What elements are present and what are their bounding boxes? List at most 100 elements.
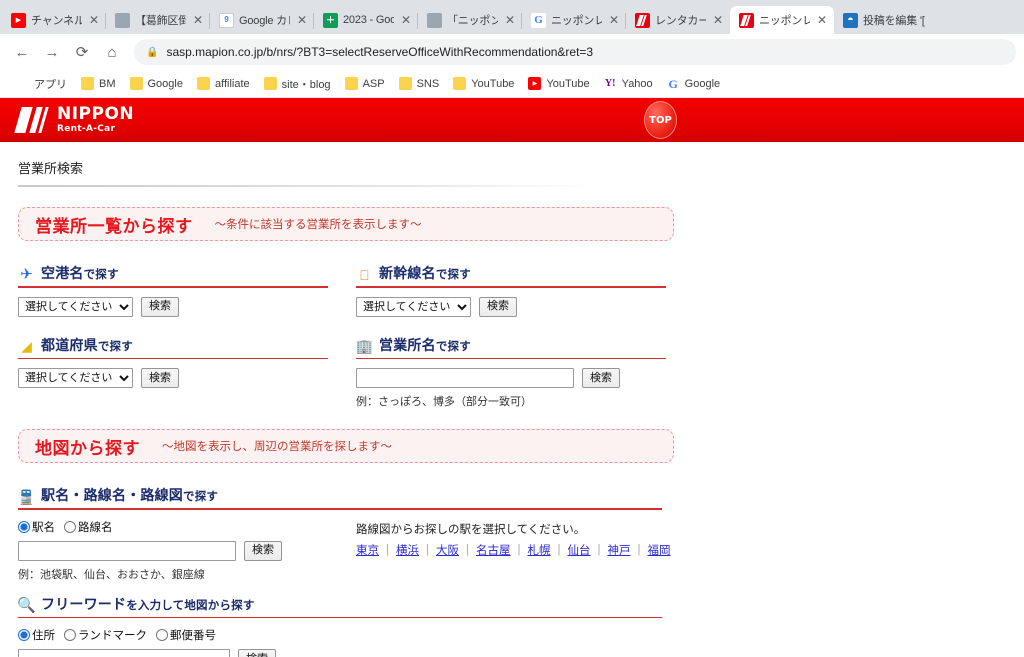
- bookmark-sns[interactable]: SNS: [392, 74, 447, 93]
- office-name-search-button[interactable]: 検索: [582, 368, 620, 388]
- route-map-link-sendai[interactable]: 仙台: [561, 542, 598, 558]
- radio-postal-code[interactable]: 郵便番号: [156, 627, 216, 643]
- bookmark-label: Google: [684, 77, 721, 90]
- route-map-link-nagoya[interactable]: 名古屋: [469, 542, 518, 558]
- tab-title: チャンネルのコ: [31, 15, 82, 27]
- radio-station-name[interactable]: 駅名: [18, 519, 55, 535]
- section-divider: [18, 286, 328, 288]
- office-list-band: 営業所一覧から探す 〜条件に該当する営業所を表示します〜: [18, 207, 674, 241]
- route-map-link-yokohama[interactable]: 横浜: [389, 542, 426, 558]
- bookmark-site-blog[interactable]: site・blog: [257, 73, 338, 95]
- station-search-button[interactable]: 検索: [244, 540, 282, 561]
- bookmark-label: SNS: [416, 77, 440, 90]
- airport-select[interactable]: 選択してください: [18, 296, 133, 317]
- forward-icon[interactable]: →: [38, 38, 66, 66]
- site-logo[interactable]: NIPPON Rent-A-Car: [14, 106, 134, 134]
- tab-title: レンタカーならニ: [655, 15, 706, 27]
- close-icon[interactable]: ✕: [815, 13, 829, 27]
- bookmark-asp[interactable]: ASP: [338, 74, 392, 93]
- address-bar[interactable]: 🔒 sasp.mapion.co.jp/b/nrs/?BT3=selectRes…: [134, 39, 1016, 65]
- close-icon[interactable]: ✕: [711, 13, 725, 27]
- section-divider: [356, 286, 666, 288]
- radio-address-input[interactable]: [18, 629, 30, 641]
- map-search-band: 地図から探す 〜地図を表示し、周辺の営業所を探します〜: [18, 429, 674, 463]
- title-divider: [18, 185, 598, 187]
- top-button[interactable]: TOP: [644, 101, 677, 139]
- station-mode-radios: 駅名 路線名: [18, 519, 348, 535]
- close-icon[interactable]: ✕: [503, 13, 517, 27]
- browser-tab-9[interactable]: 投稿を編集 '[: [834, 6, 938, 34]
- freeword-input[interactable]: [18, 649, 230, 657]
- section-divider: [356, 357, 666, 359]
- route-map-instruction: 路線図からお探しの駅を選択してください。: [356, 523, 586, 536]
- station-search-input[interactable]: [18, 540, 236, 561]
- radio-postal-code-input[interactable]: [156, 629, 168, 641]
- photo-icon: [115, 12, 130, 28]
- close-icon[interactable]: ✕: [87, 13, 101, 27]
- photo-icon: [427, 12, 442, 28]
- radio-station-name-input[interactable]: [18, 520, 30, 533]
- tab-title: Google カレン: [239, 15, 290, 27]
- reload-icon[interactable]: ⟳: [68, 38, 96, 66]
- search-by-station-label: 駅名・路線名・路線図で探す: [41, 487, 219, 503]
- google-icon: G: [668, 76, 678, 91]
- tab-title: ニッポンレンタカ: [759, 15, 810, 27]
- shinkansen-icon: ⎕: [360, 266, 369, 283]
- radio-line-name[interactable]: 路線名: [64, 519, 113, 535]
- bookmark-youtube-folder[interactable]: YouTube: [446, 74, 521, 93]
- browser-chrome: チャンネルのコ ✕ 【葛飾区倒壊 ✕ 9 Google カレン ✕ 2023 -…: [0, 0, 1024, 98]
- tab-title: 「ニッポンレンタ: [447, 15, 498, 27]
- search-by-shinkansen-label: 新幹線名で探す: [379, 265, 471, 281]
- route-map-link-kobe[interactable]: 神戸: [601, 542, 638, 558]
- bookmark-bm[interactable]: BM: [74, 74, 123, 93]
- bookmark-google-folder[interactable]: Google: [123, 74, 190, 93]
- freeword-search-button[interactable]: 検索: [238, 649, 276, 657]
- browser-tab-4[interactable]: 2023 - Goog ✕: [314, 6, 418, 34]
- magnifier-icon: 🔍: [17, 596, 36, 614]
- browser-tab-6[interactable]: G ニッポンレンタカ ✕: [522, 6, 626, 34]
- close-icon[interactable]: ✕: [295, 13, 309, 27]
- bookmark-google[interactable]: G Google: [660, 74, 727, 93]
- airplane-icon: ✈: [20, 266, 33, 283]
- back-icon[interactable]: ←: [8, 38, 36, 66]
- tab-strip: チャンネルのコ ✕ 【葛飾区倒壊 ✕ 9 Google カレン ✕ 2023 -…: [0, 0, 1024, 34]
- bookmark-apps[interactable]: アプリ: [9, 73, 74, 95]
- browser-toolbar: ← → ⟳ ⌂ 🔒 sasp.mapion.co.jp/b/nrs/?BT3=s…: [0, 34, 1024, 70]
- browser-tab-3[interactable]: 9 Google カレン ✕: [210, 6, 314, 34]
- home-icon[interactable]: ⌂: [98, 38, 126, 66]
- radio-line-name-input[interactable]: [64, 520, 76, 533]
- route-map-link-fukuoka[interactable]: 福岡: [641, 542, 678, 558]
- close-icon[interactable]: ✕: [191, 13, 205, 27]
- close-icon[interactable]: ✕: [399, 13, 413, 27]
- route-map-link-tokyo[interactable]: 東京: [356, 542, 386, 558]
- bookmark-youtube[interactable]: ▶ YouTube: [521, 74, 596, 93]
- tab-title: 2023 - Goog: [343, 14, 394, 26]
- radio-address[interactable]: 住所: [18, 627, 55, 643]
- browser-tab-2[interactable]: 【葛飾区倒壊 ✕: [106, 6, 210, 34]
- radio-landmark[interactable]: ランドマーク: [64, 627, 147, 643]
- browser-tab-7[interactable]: レンタカーならニ ✕: [626, 6, 730, 34]
- tab-title: 【葛飾区倒壊: [135, 15, 186, 27]
- folder-icon: [263, 77, 277, 90]
- search-by-office-name-label: 営業所名で探す: [379, 336, 471, 353]
- airport-search-button[interactable]: 検索: [141, 296, 179, 317]
- prefecture-search-button[interactable]: 検索: [141, 368, 179, 388]
- office-list-band-title: 営業所一覧から探す: [35, 216, 193, 236]
- route-map-link-osaka[interactable]: 大阪: [429, 542, 466, 558]
- youtube-icon: [11, 12, 26, 28]
- close-icon[interactable]: ✕: [607, 13, 621, 27]
- folder-icon: [129, 77, 143, 90]
- bookmark-label: ASP: [362, 77, 385, 90]
- route-map-link-sapporo[interactable]: 札幌: [521, 542, 558, 558]
- browser-tab-8-active[interactable]: ニッポンレンタカ ✕: [730, 6, 834, 34]
- bookmark-affiliate[interactable]: affiliate: [190, 74, 257, 93]
- radio-landmark-input[interactable]: [64, 629, 76, 641]
- office-name-input[interactable]: [356, 368, 574, 388]
- shinkansen-search-button[interactable]: 検索: [479, 296, 517, 317]
- browser-tab-5[interactable]: 「ニッポンレンタ ✕: [418, 6, 522, 34]
- shinkansen-select[interactable]: 選択してください: [356, 296, 471, 317]
- apps-grid-icon: [16, 78, 29, 89]
- prefecture-select[interactable]: 選択してください: [18, 368, 133, 388]
- browser-tab-1[interactable]: チャンネルのコ ✕: [2, 6, 106, 34]
- bookmark-yahoo[interactable]: Y! Yahoo: [597, 74, 660, 93]
